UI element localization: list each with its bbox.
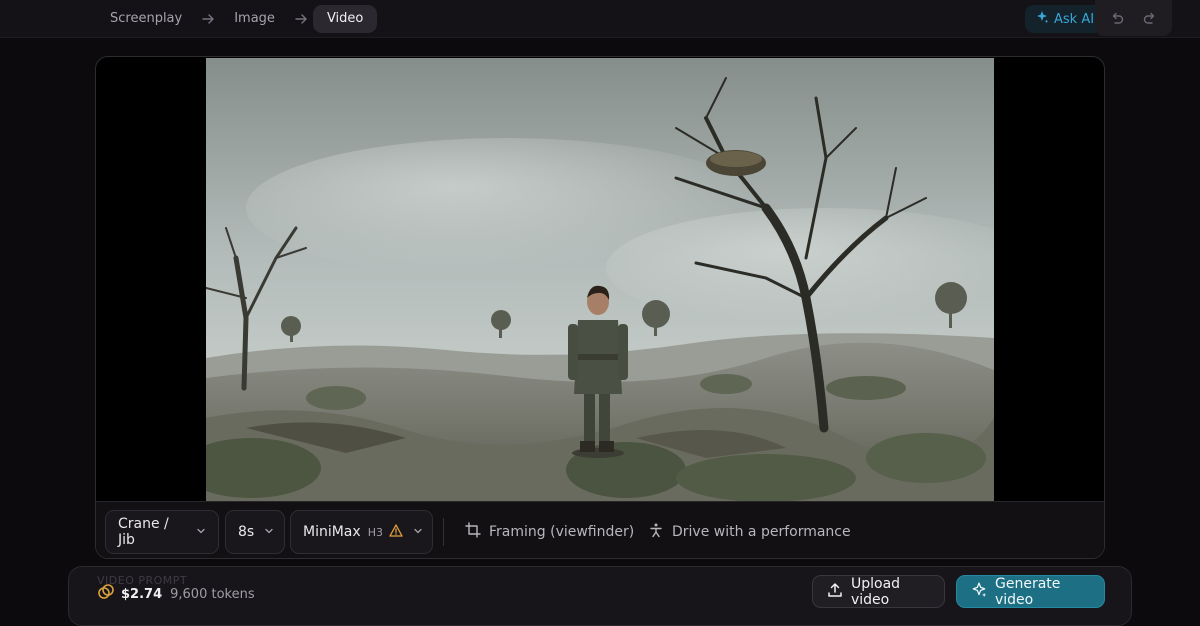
performance-label: Drive with a performance [672,524,851,540]
history-controls [1095,0,1172,36]
arrow-right-icon [196,12,220,26]
battlefield-scene-image [206,58,994,501]
generate-label: Generate video [995,575,1061,608]
chevron-down-icon [413,524,423,540]
duration-value: 8s [238,524,255,540]
upload-label: Upload video [851,575,901,608]
cost-value: $2.74 [121,586,163,602]
crumb-video[interactable]: Video [312,5,378,33]
drive-performance-button[interactable]: Drive with a performance [648,510,851,554]
sparkle-icon [971,582,987,602]
video-prompt-panel: VIDEO PROMPT $2.74 9,600 tokens Upload v… [68,566,1132,626]
video-frame[interactable] [206,58,994,501]
sparkle-icon [1035,10,1049,28]
model-value: MiniMax [303,524,361,540]
person-icon [648,522,664,542]
chevron-down-icon [264,524,274,540]
redo-icon[interactable] [1142,10,1158,26]
breadcrumb: Screenplay Image Video [96,5,378,33]
crumb-image[interactable]: Image [220,5,289,33]
camera-move-value: Crane / Jib [118,516,169,548]
cost-summary: $2.74 9,600 tokens [97,583,255,605]
coin-icon [97,583,115,605]
model-select[interactable]: MiniMax H3 [290,510,433,554]
arrow-right-icon [289,12,313,26]
token-count: 9,600 tokens [170,586,255,602]
video-controls-bar: Crane / Jib 8s MiniMax H3 Framing (viewf… [96,501,1104,558]
divider [443,518,444,546]
ask-ai-label: Ask AI [1054,11,1095,27]
upload-video-button[interactable]: Upload video [812,575,945,608]
framing-label: Framing (viewfinder) [489,524,635,540]
warning-icon [389,523,403,541]
framing-viewfinder-button[interactable]: Framing (viewfinder) [465,510,634,554]
duration-select[interactable]: 8s [225,510,285,554]
video-preview-card: Crane / Jib 8s MiniMax H3 Framing (viewf… [95,56,1105,559]
crop-icon [465,522,481,542]
generate-video-button[interactable]: Generate video [956,575,1105,608]
upload-icon [827,582,843,602]
ask-ai-button[interactable]: Ask AI [1025,5,1105,33]
chevron-down-icon [196,524,206,540]
top-bar: Screenplay Image Video Ask AI [0,0,1200,38]
crumb-screenplay[interactable]: Screenplay [96,5,196,33]
camera-move-select[interactable]: Crane / Jib [105,510,219,554]
undo-icon[interactable] [1109,10,1125,26]
model-variant: H3 [367,525,383,539]
